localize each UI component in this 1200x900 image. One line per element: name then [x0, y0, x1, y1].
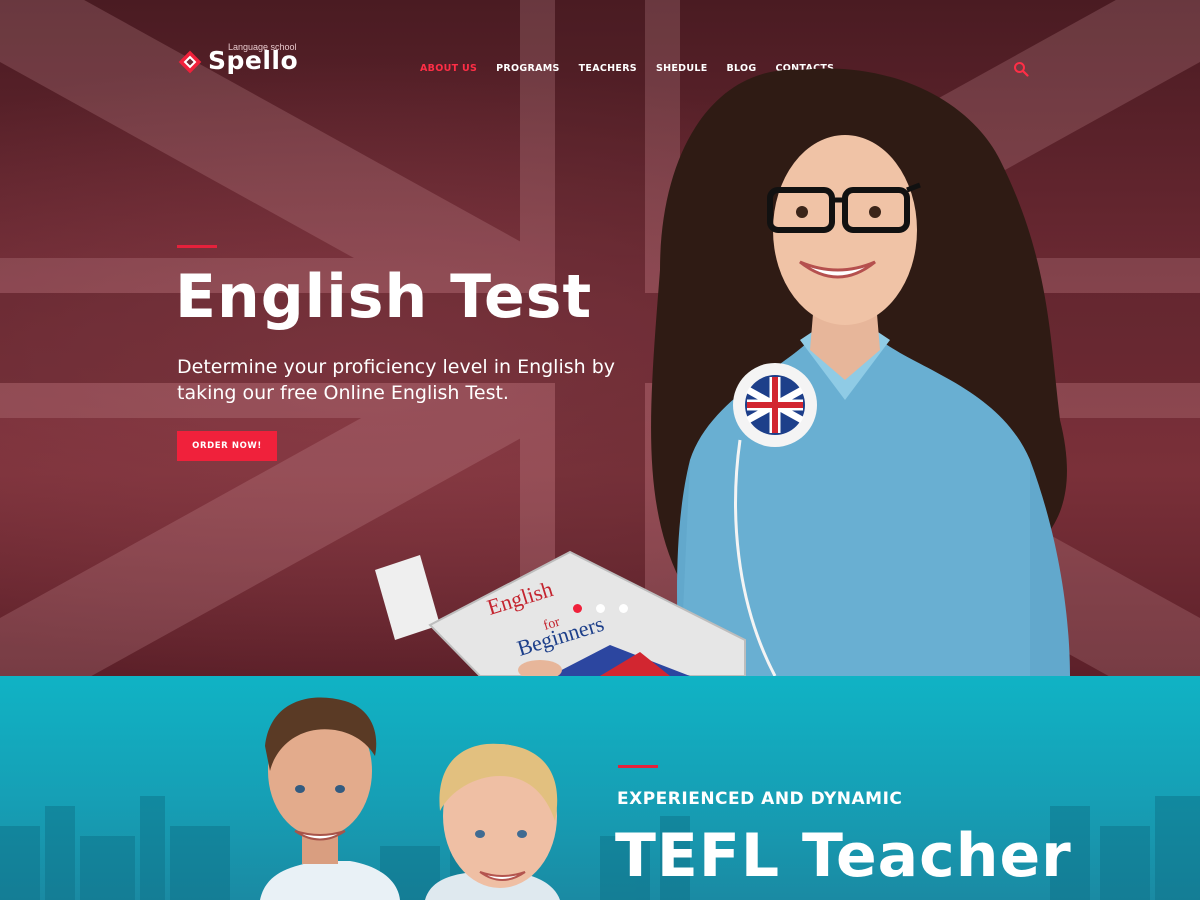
hero-section: Language school Spello ABOUT US PROGRAMS…: [0, 0, 1200, 676]
brand-name: Spello: [208, 46, 299, 75]
slide-dot-1[interactable]: [573, 604, 582, 613]
slide-dot-2[interactable]: [596, 604, 605, 613]
order-now-button[interactable]: ORDER NOW!: [177, 431, 277, 461]
brand-logo[interactable]: Language school Spello: [178, 42, 308, 82]
hero-title: English Test: [175, 262, 593, 332]
slider-pagination: [573, 604, 628, 613]
diamond-logo-icon: [178, 50, 202, 74]
hero-description: Determine your proficiency level in Engl…: [177, 356, 616, 404]
teachers-title: TEFL Teacher: [615, 821, 1072, 891]
teachers-accent-line: [618, 765, 658, 768]
teachers-photo: [260, 697, 560, 900]
slide-dot-3[interactable]: [619, 604, 628, 613]
teachers-section: EXPERIENCED AND DYNAMIC TEFL Teacher: [0, 676, 1200, 900]
hero-accent-line: [177, 245, 217, 248]
teachers-subtitle: EXPERIENCED AND DYNAMIC: [617, 789, 903, 809]
